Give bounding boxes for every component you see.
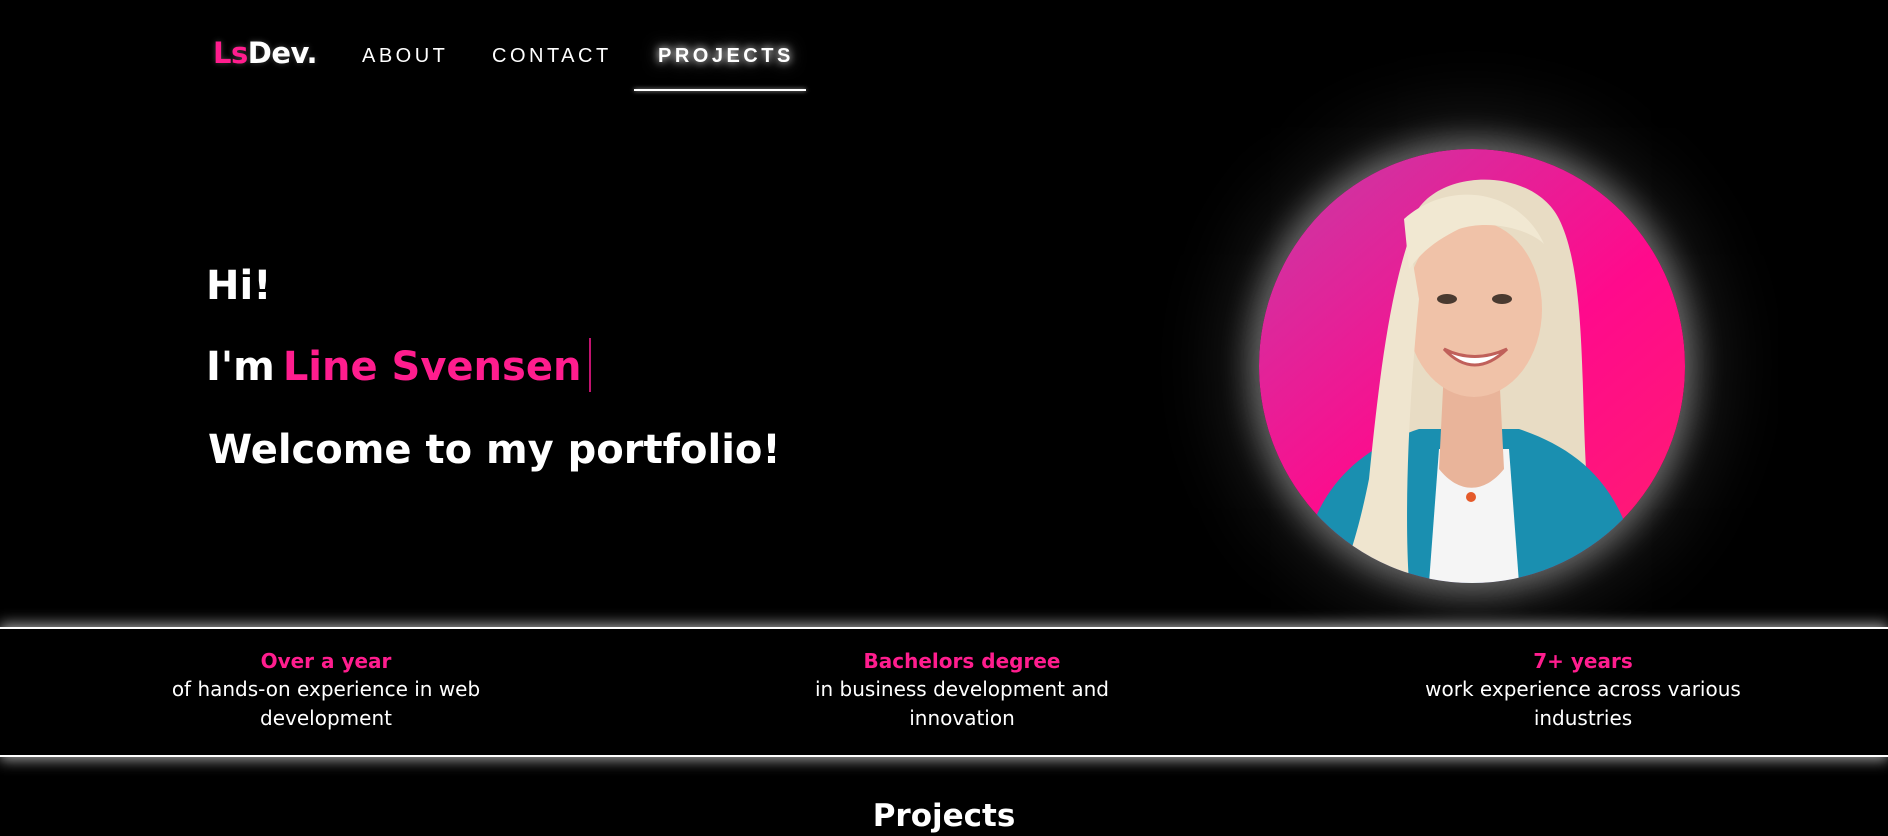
stat-degree: Bachelors degree in business development… [792, 647, 1132, 733]
nav-projects-link[interactable]: PROJECTS [658, 45, 794, 68]
stat-description: work experience across various industrie… [1425, 677, 1741, 730]
stat-description: of hands-on experience in web developmen… [171, 677, 481, 730]
hero-name: Line Svensen [282, 344, 582, 390]
logo-dev: Dev. [247, 36, 318, 70]
typing-caret [589, 338, 592, 392]
nav-active-underline [634, 89, 806, 91]
top-nav: LsDev. ABOUT CONTACT PROJECTS [0, 0, 1888, 92]
stat-description: in business development and innovation [814, 677, 1110, 730]
stats-band: Over a year of hands-on experience in we… [0, 627, 1888, 757]
hero-welcome: Welcome to my portfolio! [208, 427, 781, 473]
hero-greeting: Hi! [206, 263, 272, 309]
hero-intro-word: I'm [206, 344, 275, 390]
nav-contact-link[interactable]: CONTACT [492, 45, 612, 68]
stat-title: Bachelors degree [863, 649, 1061, 673]
logo-link[interactable]: LsDev. [213, 36, 318, 70]
hero-intro: Hi! I'm Line Svensen Welcome to my portfo… [206, 258, 781, 473]
logo-ls: Ls [213, 36, 248, 70]
profile-photo-illustration [1299, 179, 1639, 583]
stat-work-experience: 7+ years work experience across various … [1400, 647, 1766, 733]
stat-title: Over a year [260, 649, 392, 673]
stat-experience: Over a year of hands-on experience in we… [152, 647, 500, 733]
profile-avatar [1259, 149, 1685, 583]
stat-title: 7+ years [1533, 649, 1633, 673]
projects-heading: Projects [872, 798, 1016, 834]
nav-about-link[interactable]: ABOUT [362, 45, 448, 68]
hero-name-line: I'm Line Svensen [206, 338, 592, 395]
